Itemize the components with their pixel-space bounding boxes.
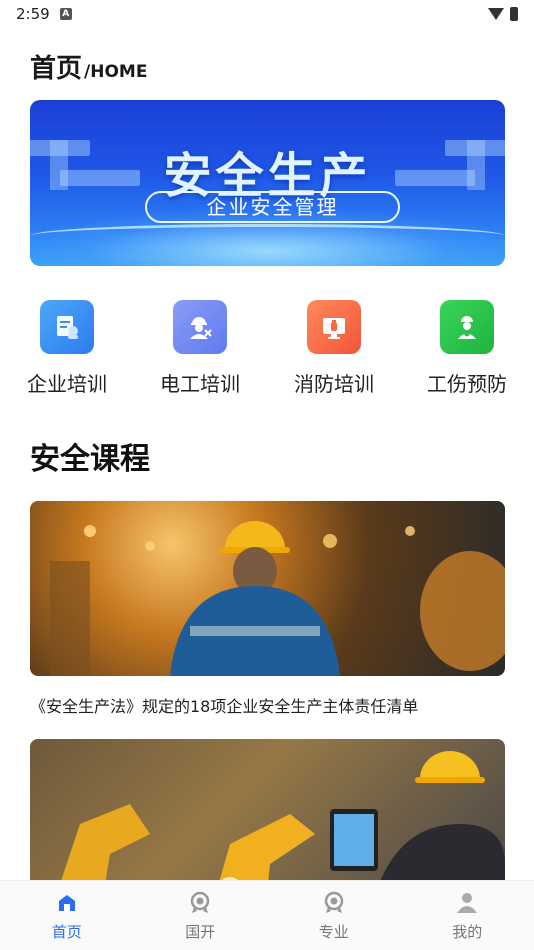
banner-subtitle: 企业安全管理 [145, 191, 400, 223]
course-title: 《安全生产法》规定的18项企业安全生产主体责任清单 [30, 697, 419, 716]
tab-label: 专业 [318, 923, 349, 941]
tab-mine[interactable]: 我的 [401, 881, 534, 950]
electrician-icon [173, 300, 227, 354]
quick-entry-electrician-training[interactable]: 电工培训 [145, 300, 255, 397]
banner[interactable]: 安全生产 企业安全管理 [30, 100, 505, 266]
page-title: 首页 /HOME [30, 48, 147, 85]
user-icon [455, 891, 479, 915]
quick-entry-label: 工伤预防 [427, 372, 507, 396]
page-title-main: 首页 [30, 54, 83, 84]
section-title: 安全课程 [30, 442, 150, 477]
worker-safety-icon [440, 300, 494, 354]
course-image [30, 501, 505, 676]
status-bar: 2:59 A [0, 0, 534, 28]
quick-entry-label: 电工培训 [160, 372, 240, 396]
bottom-tab-bar: 首页 国开 专业 我的 [0, 880, 534, 950]
wifi-icon [488, 8, 504, 20]
quick-entry-fire-training[interactable]: 消防培训 [279, 300, 389, 397]
course-card[interactable]: 《安全生产法》规定的18项企业安全生产主体责任清单 [30, 501, 505, 717]
quick-entry-label: 消防培训 [294, 372, 374, 396]
training-doc-icon [40, 300, 94, 354]
page-title-sub: /HOME [84, 62, 148, 82]
quick-entry-injury-prevention[interactable]: 工伤预防 [412, 300, 522, 397]
tab-major[interactable]: 专业 [267, 881, 401, 950]
tab-label: 国开 [185, 923, 216, 941]
tab-home[interactable]: 首页 [0, 881, 134, 950]
medal-icon [322, 891, 346, 915]
tab-label: 我的 [452, 923, 483, 941]
quick-entry-label: 企业培训 [27, 372, 107, 396]
notification-icon: A [59, 8, 72, 20]
medal-icon [188, 891, 212, 915]
status-right [488, 7, 518, 21]
fire-extinguisher-icon [307, 300, 361, 354]
home-icon [55, 891, 79, 915]
screen: 2:59 A 首页 /HOME 安全生产 企业安全管理 企业培训 电工培训 消防… [0, 0, 534, 950]
status-left: 2:59 A [16, 5, 72, 23]
quick-entry-enterprise-training[interactable]: 企业培训 [12, 300, 122, 397]
tab-label: 首页 [51, 923, 82, 941]
battery-icon [510, 7, 518, 21]
tab-guokai[interactable]: 国开 [134, 881, 268, 950]
banner-wave [30, 224, 505, 248]
status-time: 2:59 [16, 5, 50, 23]
